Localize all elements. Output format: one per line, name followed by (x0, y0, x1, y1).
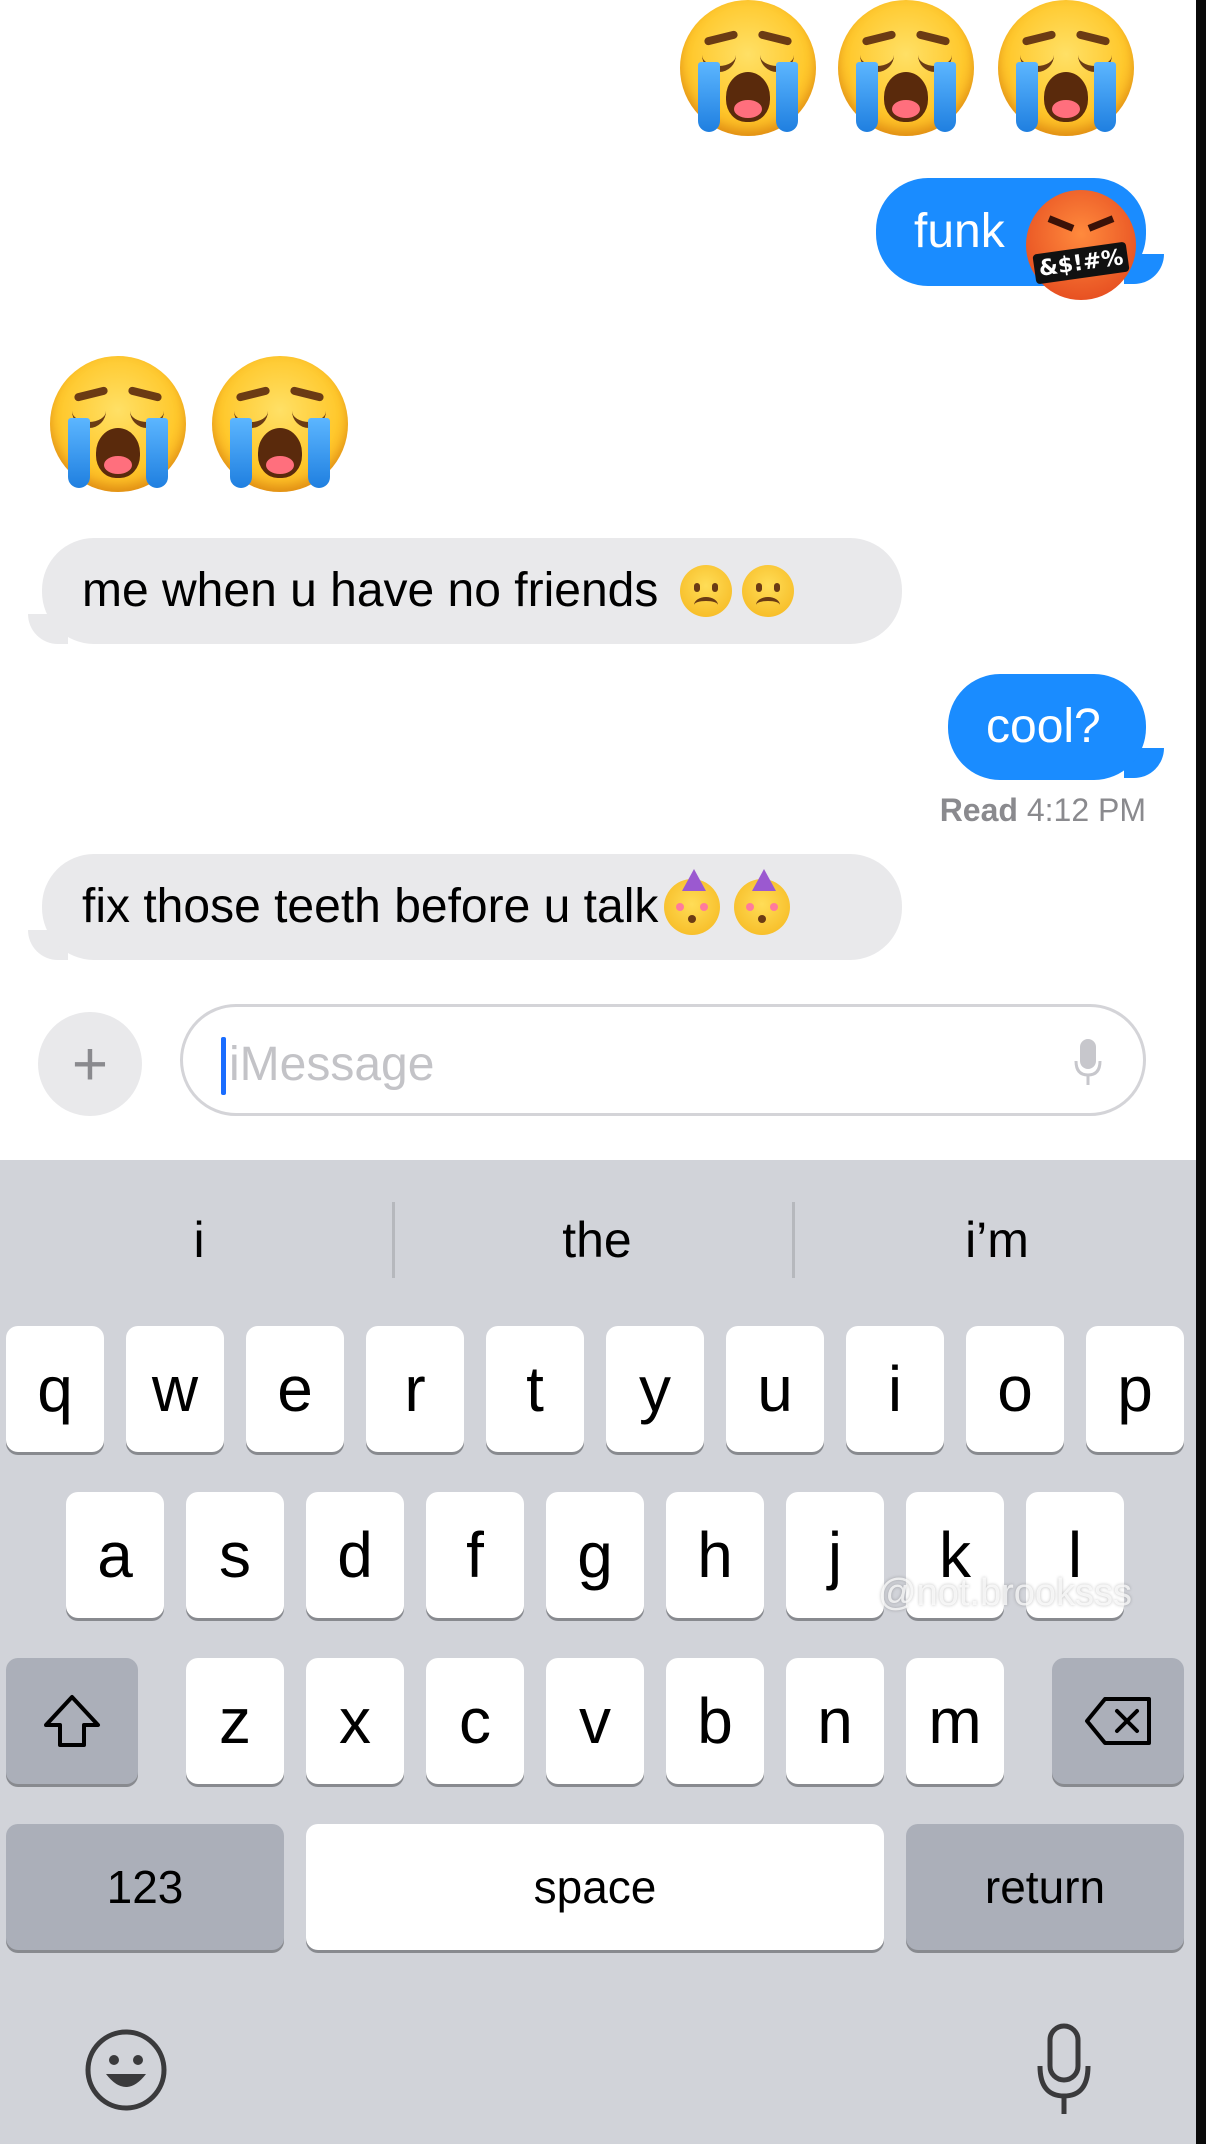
key[interactable]: o (966, 1326, 1064, 1452)
key[interactable]: v (546, 1658, 644, 1784)
delete-key[interactable] (1052, 1658, 1184, 1784)
key[interactable]: j (786, 1492, 884, 1618)
suggestion[interactable]: i (0, 1200, 398, 1280)
watermark: @not.brooksss (878, 1572, 1133, 1614)
suggestion[interactable]: the (398, 1200, 796, 1280)
numbers-key[interactable]: 123 (6, 1824, 284, 1950)
key[interactable]: t (486, 1326, 584, 1452)
space-key[interactable]: space (306, 1824, 884, 1950)
crying-emoji-icon (50, 356, 186, 492)
backspace-icon (1085, 1697, 1151, 1745)
message-text: me when u have no friends (82, 564, 659, 617)
message-text: funk (914, 205, 1005, 258)
key[interactable]: m (906, 1658, 1004, 1784)
key[interactable]: y (606, 1326, 704, 1452)
keyboard: i the i’m q w e r t y u i o p a s d f g … (0, 1160, 1196, 2144)
key[interactable]: f (426, 1492, 524, 1618)
crying-emoji-icon (838, 0, 974, 136)
key[interactable]: p (1086, 1326, 1184, 1452)
suggestion-divider (392, 1202, 395, 1278)
plus-icon: + (71, 1029, 109, 1099)
read-receipt: Read 4:12 PM (940, 792, 1146, 829)
key[interactable]: r (366, 1326, 464, 1452)
cursing-face-icon: &$!#% (1026, 190, 1136, 300)
key[interactable]: d (306, 1492, 404, 1618)
text-cursor (221, 1037, 226, 1095)
suggestion[interactable]: i’m (798, 1200, 1196, 1280)
crying-emoji-icon (212, 356, 348, 492)
key[interactable]: s (186, 1492, 284, 1618)
shift-key[interactable] (6, 1658, 138, 1784)
key[interactable]: i (846, 1326, 944, 1452)
key[interactable]: x (306, 1658, 404, 1784)
partying-face-icon (734, 869, 791, 935)
message-text: fix those teeth before u talk (82, 880, 659, 933)
key[interactable]: b (666, 1658, 764, 1784)
frowning-face-icon (680, 565, 733, 617)
suggestion-divider (792, 1202, 795, 1278)
key[interactable]: g (546, 1492, 644, 1618)
crying-emoji-icon (998, 0, 1134, 136)
key[interactable]: n (786, 1658, 884, 1784)
shift-icon (44, 1695, 100, 1747)
side-edge (1196, 0, 1206, 2144)
message-bubble-outgoing[interactable]: cool? (948, 674, 1146, 780)
read-time: 4:12 PM (1026, 792, 1146, 828)
cursing-symbols: &$!#% (1032, 241, 1130, 285)
add-attachment-button[interactable]: + (38, 1012, 142, 1116)
message-placeholder: iMessage (229, 1038, 435, 1091)
return-key[interactable]: return (906, 1824, 1184, 1950)
key[interactable]: h (666, 1492, 764, 1618)
crying-emoji-icon (680, 0, 816, 136)
key[interactable]: c (426, 1658, 524, 1784)
key[interactable]: w (126, 1326, 224, 1452)
key[interactable]: z (186, 1658, 284, 1784)
message-text: cool? (986, 700, 1101, 753)
key[interactable]: a (66, 1492, 164, 1618)
message-input[interactable]: iMessage (180, 1004, 1146, 1116)
key[interactable]: e (246, 1326, 344, 1452)
key[interactable]: q (6, 1326, 104, 1452)
partying-face-icon (664, 869, 721, 935)
emoji-keyboard-icon[interactable] (84, 2028, 168, 2112)
messages-screen: funk &$!#% me when u have no friends coo… (0, 0, 1196, 2144)
dictation-mic-icon[interactable] (1073, 1037, 1103, 1087)
read-label: Read (939, 792, 1018, 828)
key[interactable]: u (726, 1326, 824, 1452)
message-bubble-incoming[interactable]: fix those teeth before u talk (42, 854, 902, 960)
message-bubble-incoming[interactable]: me when u have no friends (42, 538, 902, 644)
frowning-face-icon (742, 565, 795, 617)
dictation-mic-icon[interactable] (1034, 2022, 1094, 2118)
